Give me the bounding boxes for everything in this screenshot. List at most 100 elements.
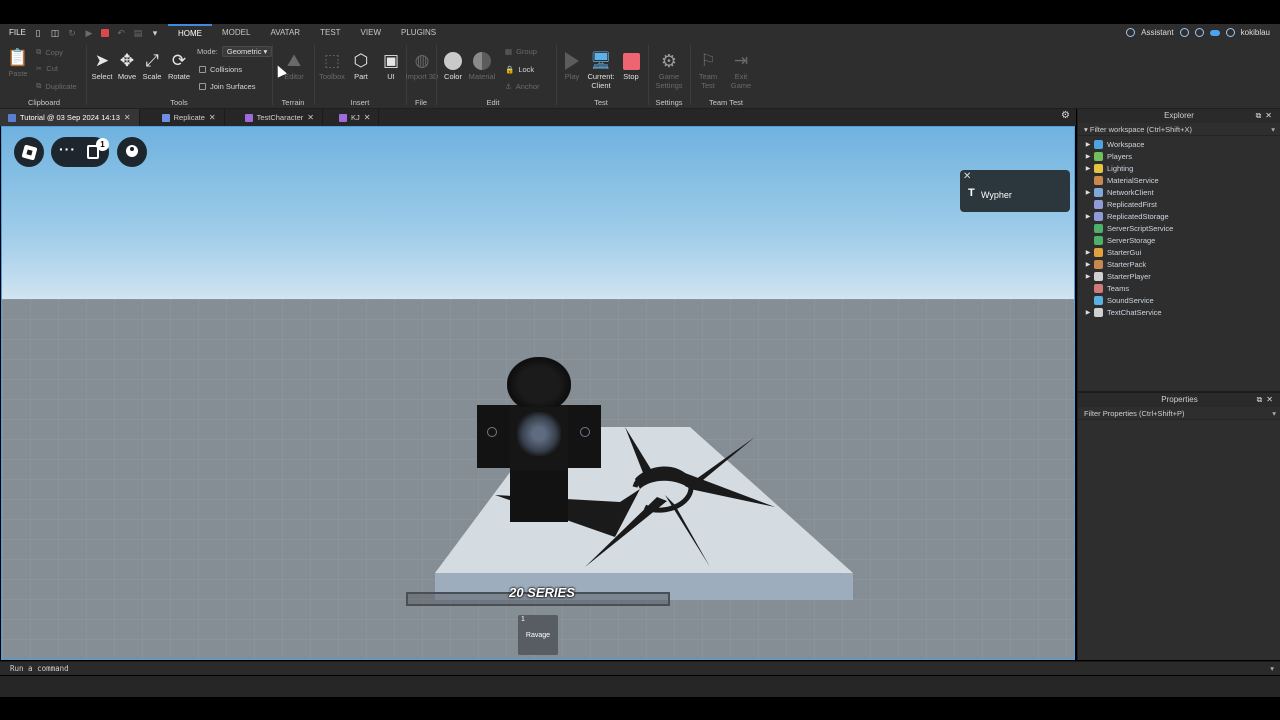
play-button[interactable]: Play xyxy=(558,50,586,81)
import-3d-button[interactable]: ◍ Import 3D xyxy=(406,50,439,81)
explorer-item[interactable]: ▶ StarterPlayer xyxy=(1078,270,1280,282)
toolbox-button[interactable]: ⬚ Toolbox xyxy=(318,50,346,81)
collisions-checkbox[interactable]: Collisions xyxy=(199,65,242,74)
doc-tab-testcharacter[interactable]: TestCharacter ✕ xyxy=(237,109,323,126)
tab-home[interactable]: HOME xyxy=(168,24,212,41)
color-button[interactable]: Color xyxy=(439,50,467,81)
duplicate-button[interactable]: ⧉ Duplicate xyxy=(36,81,77,91)
tab-view[interactable]: VIEW xyxy=(351,24,391,41)
part-button[interactable]: ⬡ Part xyxy=(347,50,375,81)
stop-icon[interactable] xyxy=(101,28,109,37)
lock-icon[interactable]: ▤ xyxy=(133,28,143,38)
doc-tab-tutorial[interactable]: Tutorial @ 03 Sep 2024 14:13 ✕ xyxy=(0,109,140,126)
panel-controls[interactable]: ⧉✕ xyxy=(1257,393,1277,407)
more-options-icon[interactable]: ··· xyxy=(59,141,76,157)
explorer-item[interactable]: ServerStorage xyxy=(1078,234,1280,246)
terrain-editor-button[interactable]: ⛰ Editor xyxy=(280,50,308,81)
properties-filter-input[interactable]: Filter Properties (Ctrl+Shift+P) ▾ xyxy=(1078,407,1280,420)
doc-tab-replicate[interactable]: Replicate ✕ xyxy=(154,109,225,126)
close-icon[interactable]: ✕ xyxy=(209,113,216,122)
scale-tool-button[interactable]: ⤢ Scale xyxy=(138,50,166,81)
expand-arrow-icon[interactable]: ▶ xyxy=(1082,261,1094,268)
new-file-icon[interactable]: ▯ xyxy=(33,28,43,38)
copy-button[interactable]: ⧉ Copy xyxy=(36,47,63,57)
save-icon[interactable]: ◫ xyxy=(50,28,60,38)
explorer-item[interactable]: ReplicatedFirst xyxy=(1078,198,1280,210)
team-test-button[interactable]: ⚐ Team Test xyxy=(694,50,722,90)
close-icon[interactable]: ✕ xyxy=(364,113,371,122)
notifications-icon[interactable] xyxy=(1225,28,1235,37)
close-icon[interactable]: ✕ xyxy=(307,113,314,122)
expand-arrow-icon[interactable]: ▶ xyxy=(1082,153,1094,160)
explorer-item[interactable]: ▶ NetworkClient xyxy=(1078,186,1280,198)
roblox-menu-button[interactable] xyxy=(14,137,44,167)
customize-icon[interactable]: ▾ xyxy=(150,28,160,38)
tab-plugins[interactable]: PLUGINS xyxy=(391,24,446,41)
game-viewport[interactable]: 20 SERIES 1 Ravage ··· 1 ✕ T Wypher xyxy=(1,126,1075,660)
expand-arrow-icon[interactable]: ▶ xyxy=(1082,213,1094,220)
lock-button[interactable]: 🔒 Lock xyxy=(505,65,534,74)
assistant-icon[interactable] xyxy=(1126,28,1136,37)
expand-arrow-icon[interactable]: ▶ xyxy=(1082,273,1094,280)
explorer-item[interactable]: ServerScriptService xyxy=(1078,222,1280,234)
cut-button[interactable]: ✂ Cut xyxy=(36,64,58,73)
tab-model[interactable]: MODEL xyxy=(212,24,260,41)
explorer-item[interactable]: ▶ TextChatService xyxy=(1078,306,1280,318)
join-surfaces-checkbox[interactable]: Join Surfaces xyxy=(199,82,255,91)
expand-arrow-icon[interactable]: ▶ xyxy=(1082,189,1094,196)
expand-arrow-icon[interactable]: ▶ xyxy=(1082,249,1094,256)
paste-button[interactable]: 📋 Paste xyxy=(4,47,32,78)
explorer-item[interactable]: ▶ Workspace xyxy=(1078,138,1280,150)
file-menu[interactable]: FILE xyxy=(9,28,29,37)
explorer-item[interactable]: ▶ Lighting xyxy=(1078,162,1280,174)
explorer-item[interactable]: ▶ ReplicatedStorage xyxy=(1078,210,1280,222)
redo-icon[interactable]: ↻ xyxy=(67,28,77,38)
expand-arrow-icon[interactable]: ▶ xyxy=(1082,309,1094,316)
explorer-item[interactable]: SoundService xyxy=(1078,294,1280,306)
ui-button[interactable]: ▣ UI xyxy=(377,50,405,81)
material-button[interactable]: Material xyxy=(468,50,496,81)
username[interactable]: kokiblau xyxy=(1241,28,1270,37)
tab-test[interactable]: TEST xyxy=(310,24,350,41)
expand-arrow-icon[interactable]: ▶ xyxy=(1082,165,1094,172)
expand-arrow-icon[interactable]: ▶ xyxy=(1082,141,1094,148)
command-bar-input[interactable]: Run a command ▾ xyxy=(0,661,1280,675)
game-settings-button[interactable]: ⚙ Game Settings xyxy=(652,50,686,91)
stop-button[interactable]: Stop xyxy=(617,50,645,81)
current-client-button[interactable]: 🖥 Current: Client xyxy=(585,50,617,90)
undo-icon[interactable]: ↶ xyxy=(116,28,126,38)
chevron-down-icon[interactable]: ▾ xyxy=(1270,662,1274,675)
select-tool-button[interactable]: ➤ Select xyxy=(88,50,116,81)
tab-avatar[interactable]: AVATAR xyxy=(260,24,310,41)
explorer-item[interactable]: ▶ StarterGui xyxy=(1078,246,1280,258)
anchor-button[interactable]: ⚓ Anchor xyxy=(505,82,540,91)
close-icon[interactable]: ✕ xyxy=(963,171,971,182)
service-icon xyxy=(1094,139,1103,149)
viewport-settings-gear-icon[interactable]: ⚙ xyxy=(1061,111,1071,121)
share-icon[interactable] xyxy=(1179,28,1189,37)
help-icon[interactable] xyxy=(1194,28,1204,37)
assistant-button[interactable]: Assistant xyxy=(1141,28,1173,37)
explorer-item[interactable]: MaterialService xyxy=(1078,174,1280,186)
player-list-button[interactable] xyxy=(117,137,147,167)
play-icon[interactable]: ▶ xyxy=(84,28,94,38)
explorer-item[interactable]: ▶ Players xyxy=(1078,150,1280,162)
service-icon xyxy=(1094,307,1103,317)
exit-game-button[interactable]: ⇥ Exit Game xyxy=(727,50,755,90)
group-button[interactable]: ▦ Group xyxy=(505,47,537,56)
mode-dropdown[interactable]: Geometric ▾ xyxy=(221,46,273,57)
panel-controls[interactable]: ⧉✕ xyxy=(1256,109,1276,123)
move-tool-button[interactable]: ✥ Move xyxy=(113,50,141,81)
doc-tab-kj[interactable]: KJ ✕ xyxy=(331,109,380,126)
cloud-icon[interactable] xyxy=(1209,29,1220,36)
chevron-down-icon[interactable]: ▾ xyxy=(1271,123,1275,136)
close-icon[interactable]: ✕ xyxy=(124,113,131,122)
rotate-tool-button[interactable]: ⟳ Rotate xyxy=(165,50,193,81)
explorer-item[interactable]: ▶ StarterPack xyxy=(1078,258,1280,270)
explorer-filter-input[interactable]: ▾ Filter workspace (Ctrl+Shift+X) ▾ xyxy=(1078,123,1280,136)
exit-icon: ⇥ xyxy=(733,51,749,70)
hotbar-slot[interactable]: 1 Ravage xyxy=(518,615,558,655)
service-icon xyxy=(1094,235,1103,245)
chevron-down-icon[interactable]: ▾ xyxy=(1272,407,1276,420)
explorer-item[interactable]: Teams xyxy=(1078,282,1280,294)
